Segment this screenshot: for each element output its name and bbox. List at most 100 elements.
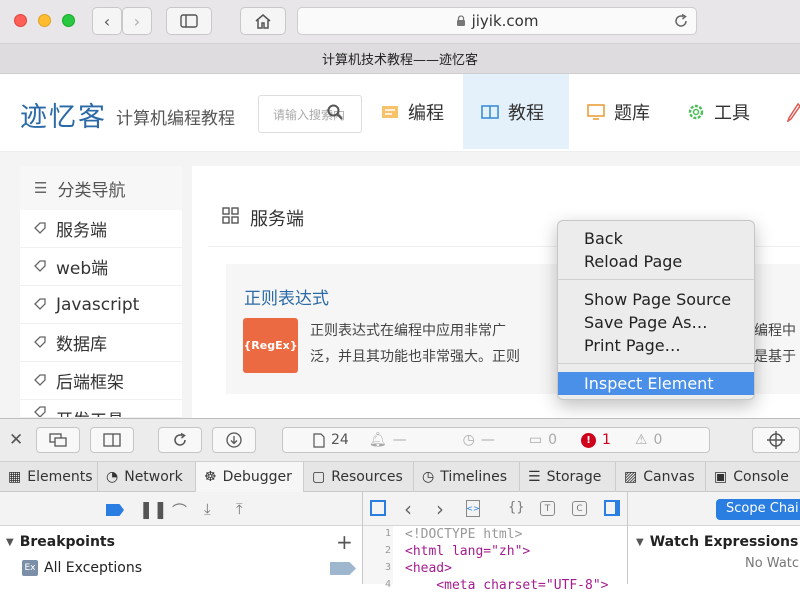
minimize-window-button[interactable] bbox=[38, 14, 51, 27]
step-over-icon[interactable]: ⌒ bbox=[172, 500, 187, 521]
coverage-icon[interactable]: C bbox=[572, 501, 587, 516]
search-input[interactable]: 请输入搜索内 bbox=[258, 95, 362, 133]
scope-chain-tab[interactable]: Scope Chai bbox=[716, 499, 800, 520]
menu-item-save-page-as[interactable]: Save Page As… bbox=[558, 311, 754, 334]
tag-icon bbox=[34, 298, 46, 310]
html-file-icon[interactable]: <> bbox=[466, 500, 480, 517]
pause-icon[interactable]: ❚❚ bbox=[139, 500, 168, 520]
tag-icon bbox=[34, 260, 46, 272]
menu-item-show-page-source[interactable]: Show Page Source bbox=[558, 288, 754, 311]
sidebar-item-database[interactable]: 数据库 bbox=[20, 324, 182, 362]
text-icon[interactable]: T bbox=[540, 501, 555, 516]
step-out-icon[interactable]: ⤒ bbox=[236, 500, 243, 518]
menu-separator bbox=[558, 363, 754, 364]
nav-item-tutorials[interactable]: 教程 bbox=[463, 74, 569, 149]
step-into-icon[interactable]: ⤓ bbox=[204, 500, 211, 518]
watch-expressions-header[interactable]: ▼ Watch Expressions bbox=[636, 534, 798, 550]
sidebar-item-backend-frameworks[interactable]: 后端框架 bbox=[20, 362, 182, 400]
card-desc-line1: 正则表达式在编程中应用非常广 bbox=[310, 323, 506, 339]
sidebar-item-label: Javascript bbox=[56, 294, 140, 315]
nav-item-programming[interactable]: 编程 bbox=[380, 74, 444, 149]
tab-label: Network bbox=[124, 469, 183, 485]
menu-item-print-page[interactable]: Print Page… bbox=[558, 334, 754, 357]
elements-icon: ▦ bbox=[8, 469, 22, 485]
breakpoints-header[interactable]: ▼ Breakpoints bbox=[6, 534, 115, 550]
sidebar-item-dev-tools[interactable]: 开发工具 bbox=[20, 400, 182, 418]
close-window-button[interactable] bbox=[14, 14, 27, 27]
error-count: 1 bbox=[601, 432, 611, 448]
sidebar-toggle-button[interactable] bbox=[166, 7, 212, 35]
back-button[interactable]: ‹ bbox=[92, 7, 122, 35]
nav-item-tools[interactable]: 工具 bbox=[686, 74, 750, 149]
crosshair-icon bbox=[767, 431, 785, 449]
url-text: jiyik.com bbox=[471, 12, 539, 30]
chevron-right-icon[interactable]: › bbox=[436, 497, 444, 521]
code-line[interactable]: <!DOCTYPE html> bbox=[405, 527, 522, 542]
code-line[interactable]: <meta charset="UTF-8"> bbox=[405, 578, 608, 593]
all-exceptions-breakpoint[interactable]: Ex All Exceptions bbox=[22, 560, 142, 576]
details-sidebar-toggle-icon[interactable] bbox=[604, 500, 620, 516]
clock-icon: ◷ bbox=[462, 432, 475, 448]
search-icon[interactable] bbox=[327, 104, 343, 120]
tab-bar[interactable]: 计算机技术教程——迹忆客 bbox=[0, 44, 800, 74]
sidebar-item-server[interactable]: 服务端 bbox=[20, 210, 182, 248]
message-count: 0 bbox=[548, 432, 557, 448]
code-line[interactable]: <html lang="zh"> bbox=[405, 544, 530, 559]
site-logo[interactable]: 迹忆客 bbox=[20, 95, 107, 134]
card-title[interactable]: 正则表达式 bbox=[244, 284, 329, 309]
message-icon: ▭ bbox=[528, 432, 543, 448]
line-number: 2 bbox=[385, 545, 392, 556]
menu-item-reload-page[interactable]: Reload Page bbox=[558, 250, 754, 273]
tab-network[interactable]: ◔ Network bbox=[98, 462, 196, 492]
line-number: 1 bbox=[385, 528, 392, 539]
breakpoints-label: Breakpoints bbox=[19, 534, 115, 550]
sidebar-item-web[interactable]: web端 bbox=[20, 248, 182, 286]
monitor-icon bbox=[587, 103, 605, 120]
dock-side-button[interactable] bbox=[90, 427, 134, 453]
undock-icon bbox=[49, 433, 67, 447]
sidebar-title: 分类导航 bbox=[57, 180, 126, 201]
reload-devtools-button[interactable] bbox=[158, 427, 202, 453]
menu-separator bbox=[558, 279, 754, 280]
reload-icon[interactable] bbox=[673, 13, 689, 29]
forward-button[interactable]: › bbox=[122, 7, 152, 35]
tab-resources[interactable]: ▢ Resources bbox=[304, 462, 414, 492]
braces-icon[interactable]: {} bbox=[508, 500, 525, 515]
nav-item-question-bank[interactable]: 题库 bbox=[586, 74, 650, 149]
thumbnail-text: {RegEx} bbox=[243, 339, 298, 352]
regex-thumbnail[interactable]: {RegEx} bbox=[243, 318, 298, 373]
tab-elements[interactable]: ▦ Elements bbox=[0, 462, 98, 492]
close-devtools-icon[interactable]: ✕ bbox=[9, 430, 23, 450]
menu-item-inspect-element[interactable]: Inspect Element bbox=[558, 372, 754, 395]
menu-item-back[interactable]: Back bbox=[558, 227, 754, 250]
chevron-left-icon[interactable]: ‹ bbox=[404, 497, 412, 521]
tab-storage[interactable]: ☰ Storage bbox=[520, 462, 616, 492]
home-button[interactable] bbox=[240, 7, 286, 35]
network-icon: ◔ bbox=[106, 469, 119, 485]
add-breakpoint-icon[interactable]: + bbox=[336, 530, 353, 554]
chevron-left-icon: ‹ bbox=[103, 11, 111, 31]
pen-icon[interactable] bbox=[786, 102, 800, 122]
tag-icon bbox=[34, 336, 46, 348]
devtools-tab-bar: ▦ Elements ◔ Network ☸ Debugger ▢ Resources … bbox=[0, 462, 800, 492]
zoom-window-button[interactable] bbox=[62, 14, 75, 27]
chevron-right-icon: › bbox=[133, 11, 141, 31]
download-button[interactable] bbox=[212, 427, 256, 453]
warning-icon: ⚠ bbox=[634, 432, 648, 448]
element-picker-button[interactable] bbox=[752, 427, 800, 453]
sidebar-item-javascript[interactable]: Javascript bbox=[20, 286, 182, 324]
gear-icon bbox=[688, 104, 704, 119]
tab-debugger[interactable]: ☸ Debugger bbox=[196, 462, 304, 492]
navigator-toggle-icon[interactable] bbox=[370, 500, 386, 516]
tab-console[interactable]: ▣ Console bbox=[706, 462, 800, 492]
tab-canvas[interactable]: ▨ Canvas bbox=[616, 462, 706, 492]
tag-icon bbox=[34, 374, 46, 386]
tab-timelines[interactable]: ◷ Timelines bbox=[414, 462, 520, 492]
time-dash: — bbox=[480, 432, 495, 448]
detach-button[interactable] bbox=[36, 427, 80, 453]
activity-viewer[interactable]: 24 🔔︎ — ◷ — ▭ 0 ! 1 ⚠ 0 bbox=[282, 427, 710, 453]
book-icon bbox=[481, 104, 499, 119]
address-bar[interactable]: jiyik.com bbox=[297, 7, 697, 35]
resources-icon: ▢ bbox=[312, 469, 326, 485]
code-line[interactable]: <head> bbox=[405, 561, 452, 576]
